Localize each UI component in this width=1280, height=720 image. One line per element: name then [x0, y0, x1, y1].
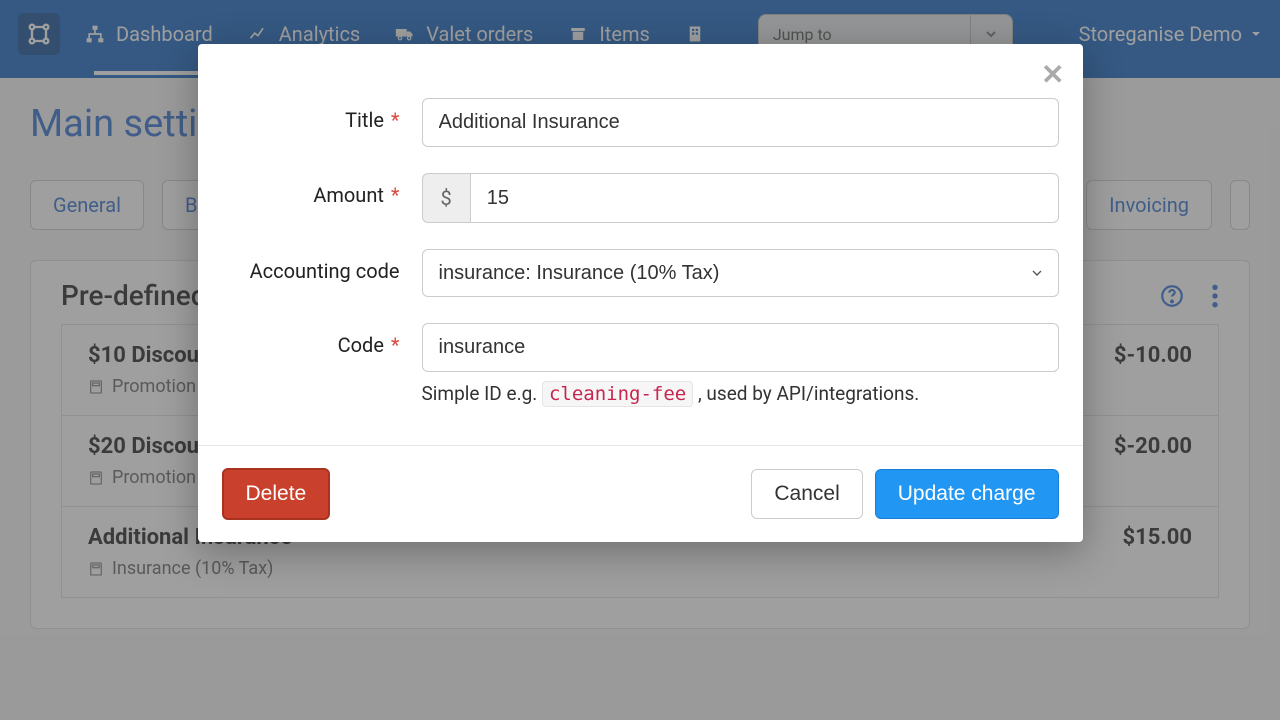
close-icon[interactable]: ✕: [1041, 58, 1064, 91]
delete-button[interactable]: Delete: [222, 468, 331, 520]
title-input[interactable]: [422, 98, 1059, 147]
accounting-code-label: Accounting code: [222, 249, 422, 283]
code-label: Code *: [222, 323, 422, 357]
modal-overlay: ✕ Title * Amount * $: [0, 0, 1280, 720]
code-help-text: Simple ID e.g. cleaning-fee , used by AP…: [422, 382, 1059, 405]
amount-input[interactable]: [470, 173, 1059, 223]
accounting-code-select[interactable]: insurance: Insurance (10% Tax): [422, 249, 1059, 297]
edit-charge-modal: ✕ Title * Amount * $: [198, 44, 1083, 542]
currency-addon: $: [422, 173, 470, 223]
cancel-button[interactable]: Cancel: [751, 469, 862, 519]
title-label: Title *: [222, 98, 422, 132]
amount-label: Amount *: [222, 173, 422, 207]
update-charge-button[interactable]: Update charge: [875, 469, 1059, 519]
code-input[interactable]: [422, 323, 1059, 372]
